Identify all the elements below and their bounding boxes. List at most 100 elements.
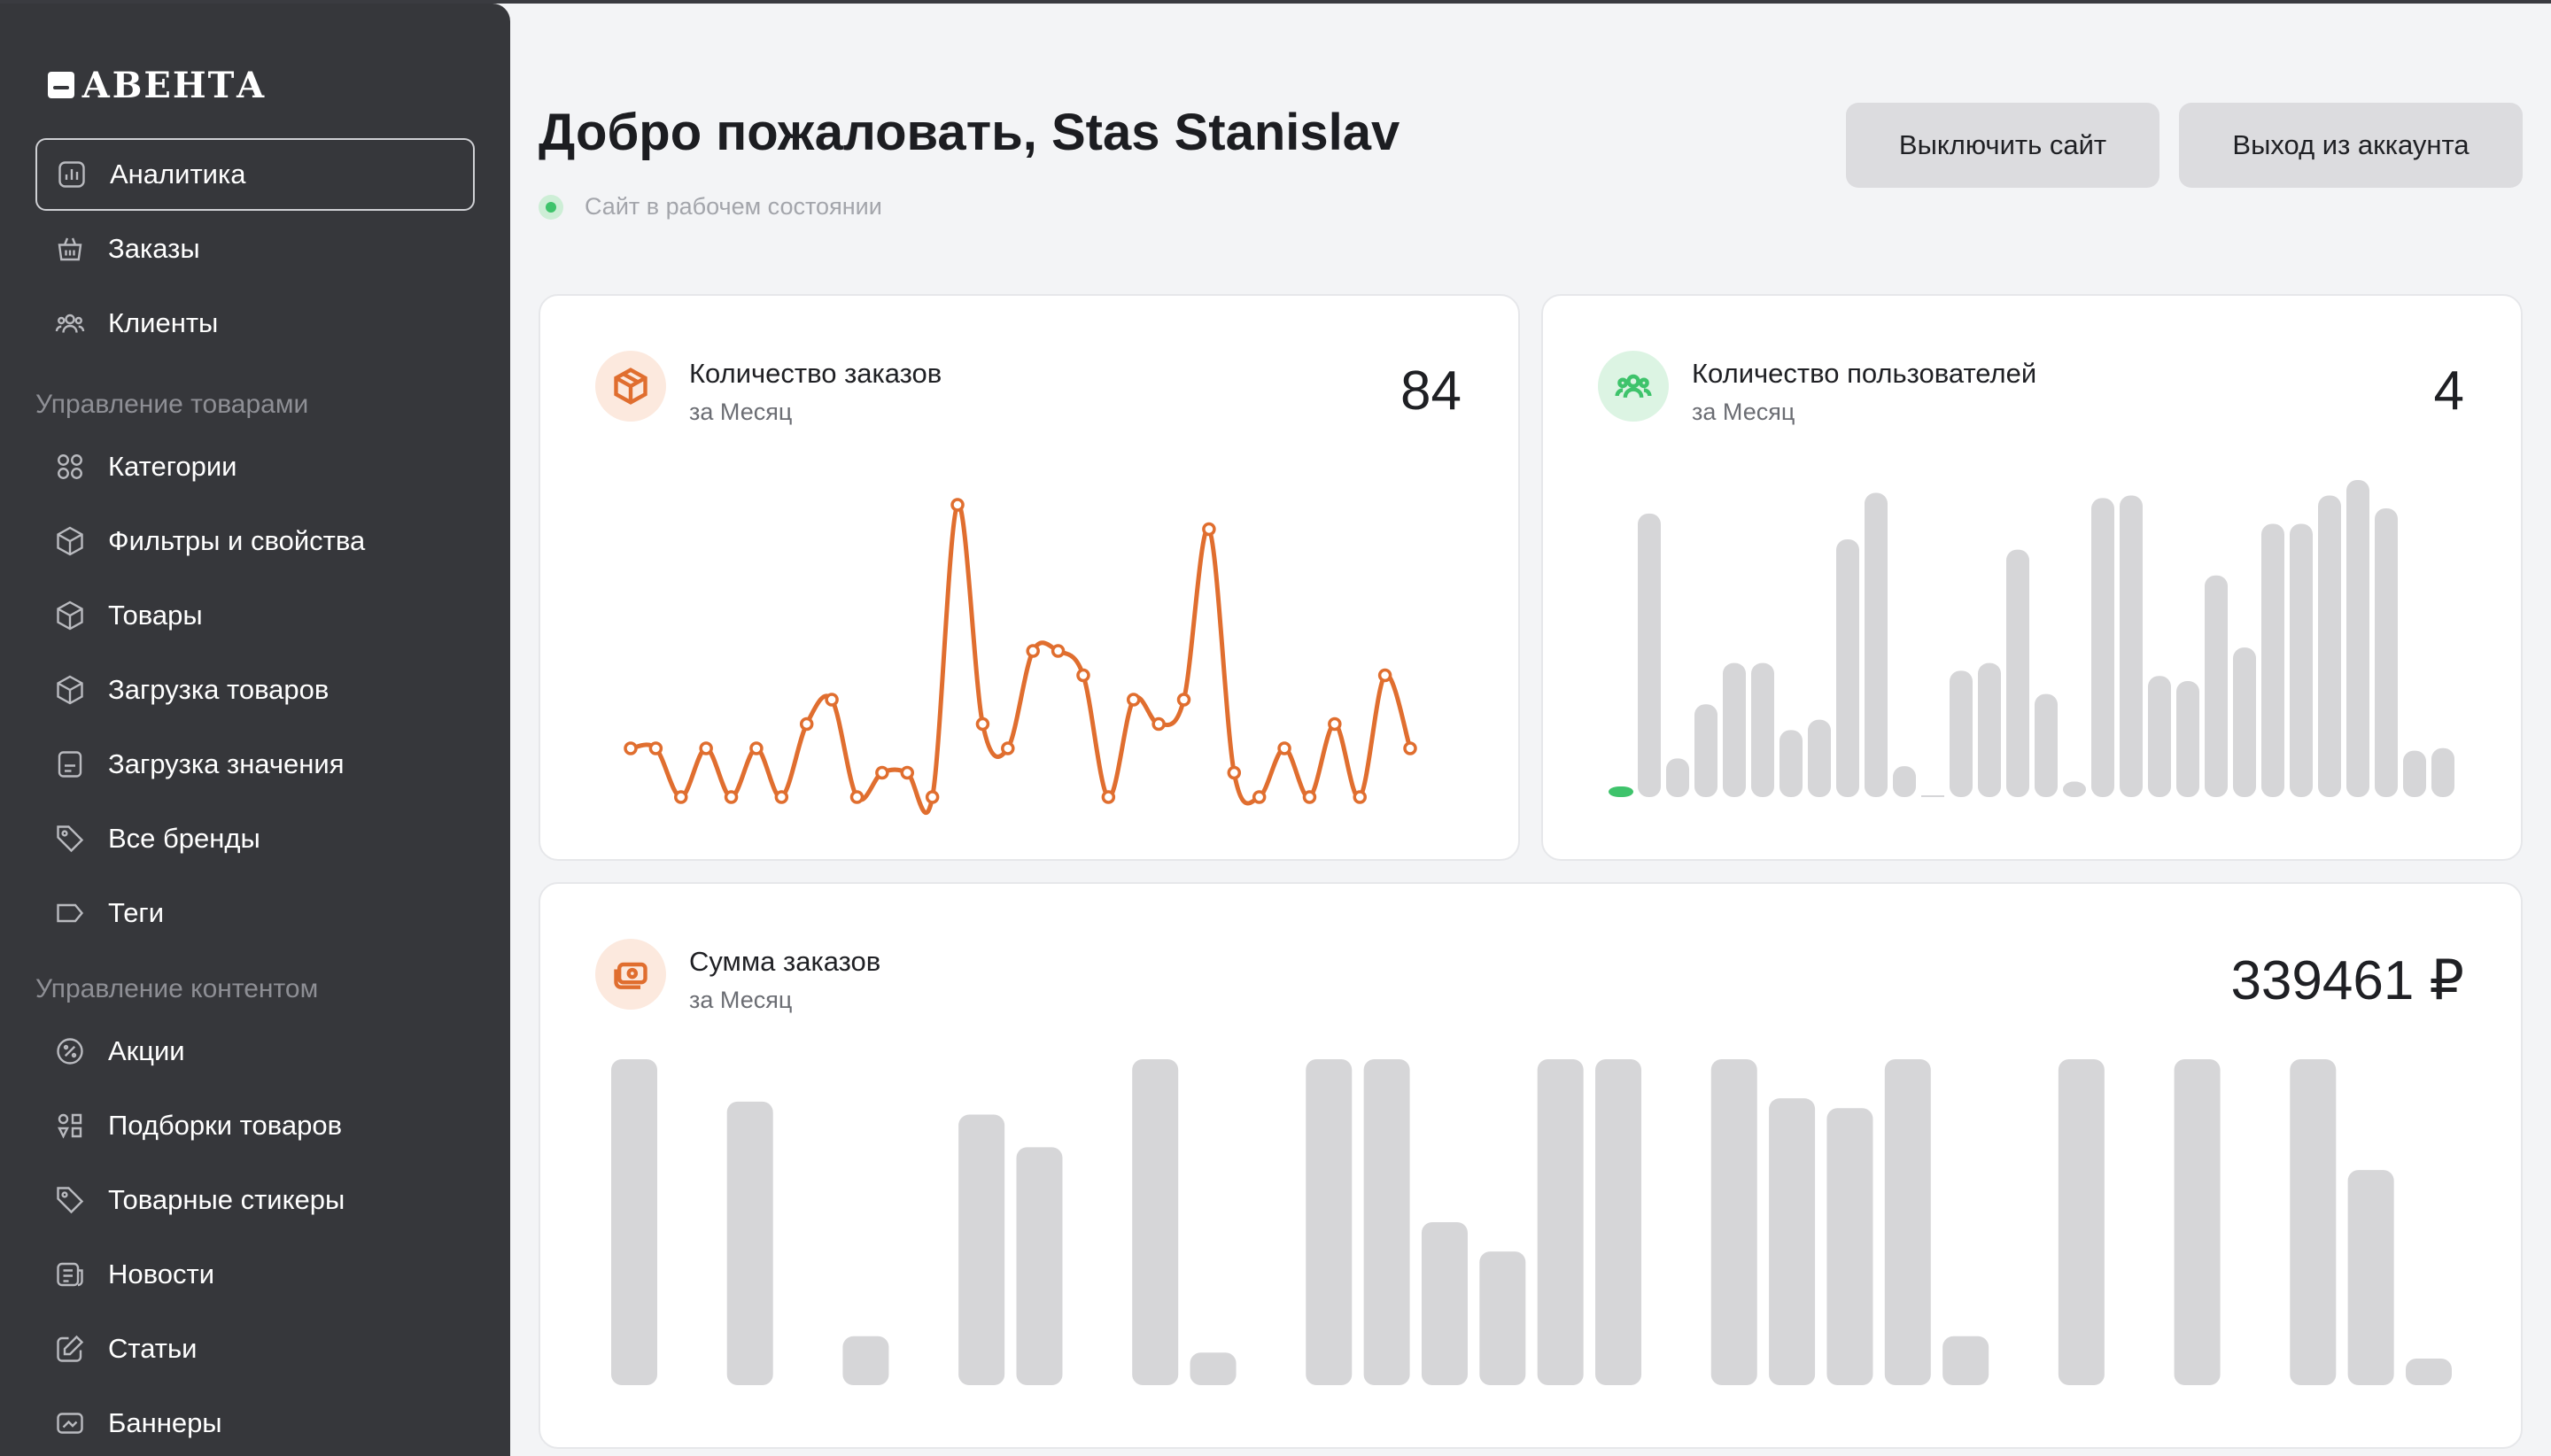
users-count-card: Количество пользователей за Месяц 4: [1541, 294, 2523, 861]
users-bar: [1694, 704, 1717, 797]
logo-text: АВЕНТА: [81, 64, 268, 106]
users-bar: [1978, 662, 2001, 797]
revenue-bar: [958, 1114, 1005, 1385]
users-bar: [1666, 758, 1689, 797]
revenue-bar: [1016, 1147, 1063, 1385]
orders-data-point: [1403, 741, 1417, 755]
revenue-bar: [1884, 1059, 1931, 1385]
orders-data-point: [1176, 693, 1191, 707]
revenue-bar: [1363, 1059, 1410, 1385]
orders-data-point: [674, 790, 688, 804]
revenue-bar: [1942, 1336, 1989, 1385]
sidebar-item-categories[interactable]: Категории: [35, 430, 475, 503]
sidebar-item-label: Товарные стикеры: [108, 1184, 345, 1215]
label-icon: [53, 896, 87, 930]
users-bar: [1609, 786, 1633, 797]
users-bar: [1808, 719, 1831, 797]
orders-data-point: [774, 790, 789, 804]
sidebar-item-brands[interactable]: Все бренды: [35, 802, 475, 875]
revenue-bar: [1421, 1222, 1468, 1385]
orders-data-point: [875, 765, 889, 780]
revenue-bar: [2174, 1059, 2221, 1385]
sidebar-item-upload-products[interactable]: Загрузка товаров: [35, 654, 475, 726]
orders-data-point: [950, 498, 965, 512]
sidebar-item-banners[interactable]: Баннеры: [35, 1387, 475, 1456]
sidebar-item-stickers[interactable]: Товарные стикеры: [35, 1164, 475, 1236]
section-title-content: Управление контентом: [35, 974, 319, 1003]
sidebar-item-collections[interactable]: Подборки товаров: [35, 1089, 475, 1162]
sidebar-item-label: Категории: [108, 451, 237, 482]
news-icon: [53, 1258, 87, 1291]
revenue-bar: [1826, 1108, 1873, 1385]
sidebar-item-label: Загрузка значения: [108, 748, 345, 779]
revenue-bar: [1595, 1059, 1642, 1385]
sidebar-item-label: Товары: [108, 600, 203, 631]
sidebar-item-label: Новости: [108, 1259, 215, 1289]
users-bar: [2035, 693, 2058, 797]
orders-data-point: [1126, 693, 1141, 707]
status-dot-icon: [539, 194, 563, 220]
users-bar: [2148, 676, 2171, 797]
users-bar: [1723, 662, 1746, 797]
sidebar-item-news[interactable]: Новости: [35, 1238, 475, 1311]
orders-data-point: [749, 741, 764, 755]
orders-data-point: [799, 716, 814, 732]
orders-series-line: [630, 502, 1413, 816]
users-bar: [2120, 495, 2143, 797]
site-status: Сайт в рабочем состоянии: [539, 193, 882, 221]
page-title: Добро пожаловать, Stas Stanislav: [539, 104, 1400, 161]
users-bar: [1950, 670, 1973, 797]
box-icon: [53, 599, 87, 632]
revenue-bar: [2058, 1059, 2105, 1385]
brand-logo[interactable]: АВЕНТА: [48, 64, 268, 106]
orders-data-point: [1328, 716, 1342, 732]
sidebar-item-label: Фильтры и свойства: [108, 525, 366, 556]
revenue-bar: [1537, 1059, 1584, 1385]
orders-data-point: [900, 765, 915, 780]
disable-site-button[interactable]: Выключить сайт: [1846, 103, 2159, 188]
orders-data-point: [1227, 765, 1242, 780]
users-bar: [1921, 795, 1944, 797]
orders-data-point: [1302, 790, 1317, 804]
grid-icon: [53, 450, 87, 484]
users-bar: [2233, 647, 2256, 797]
edit-icon: [53, 1332, 87, 1366]
sidebar-item-orders[interactable]: Заказы: [35, 213, 475, 285]
sidebar-item-label: Клиенты: [108, 307, 219, 338]
sidebar-item-analytics[interactable]: Аналитика: [35, 138, 475, 211]
orders-data-point: [975, 716, 990, 732]
users-bar: [2006, 549, 2029, 797]
orders-data-point: [1377, 668, 1392, 683]
sidebar-item-clients[interactable]: Клиенты: [35, 287, 475, 360]
sidebar-item-tags[interactable]: Теги: [35, 877, 475, 949]
revenue-bar: [1190, 1352, 1237, 1385]
orders-data-point: [1001, 741, 1015, 755]
document-icon: [53, 747, 87, 781]
revenue-bar: [2347, 1170, 2394, 1385]
orders-data-point: [1101, 790, 1116, 804]
users-bar: [2261, 523, 2284, 797]
status-text: Сайт в рабочем состоянии: [585, 193, 882, 220]
orders-data-point: [624, 741, 638, 755]
revenue-bar: [1306, 1059, 1353, 1385]
sidebar-item-articles[interactable]: Статьи: [35, 1313, 475, 1385]
users-bar: [1893, 766, 1916, 797]
logout-button[interactable]: Выход из аккаунта: [2179, 103, 2523, 188]
sidebar-item-products[interactable]: Товары: [35, 579, 475, 652]
sidebar: АВЕНТА Аналитика Заказы Клиенты Управлен…: [0, 4, 510, 1456]
users-bar: [2205, 575, 2228, 797]
tag-icon: [53, 1183, 87, 1217]
section-title-products: Управление товарами: [35, 390, 309, 419]
users-bar: [2318, 495, 2341, 797]
percent-icon: [53, 1034, 87, 1068]
basket-icon: [53, 232, 87, 266]
sidebar-item-label: Подборки товаров: [108, 1110, 343, 1141]
orders-data-point: [1202, 522, 1216, 537]
sidebar-item-filters[interactable]: Фильтры и свойства: [35, 505, 475, 577]
sidebar-item-upload-values[interactable]: Загрузка значения: [35, 728, 475, 801]
chart-icon: [55, 158, 89, 191]
orders-data-point: [1353, 790, 1367, 804]
sidebar-item-promotions[interactable]: Акции: [35, 1015, 475, 1088]
sidebar-item-label: Аналитика: [110, 159, 246, 190]
users-bar: [1865, 492, 1888, 797]
